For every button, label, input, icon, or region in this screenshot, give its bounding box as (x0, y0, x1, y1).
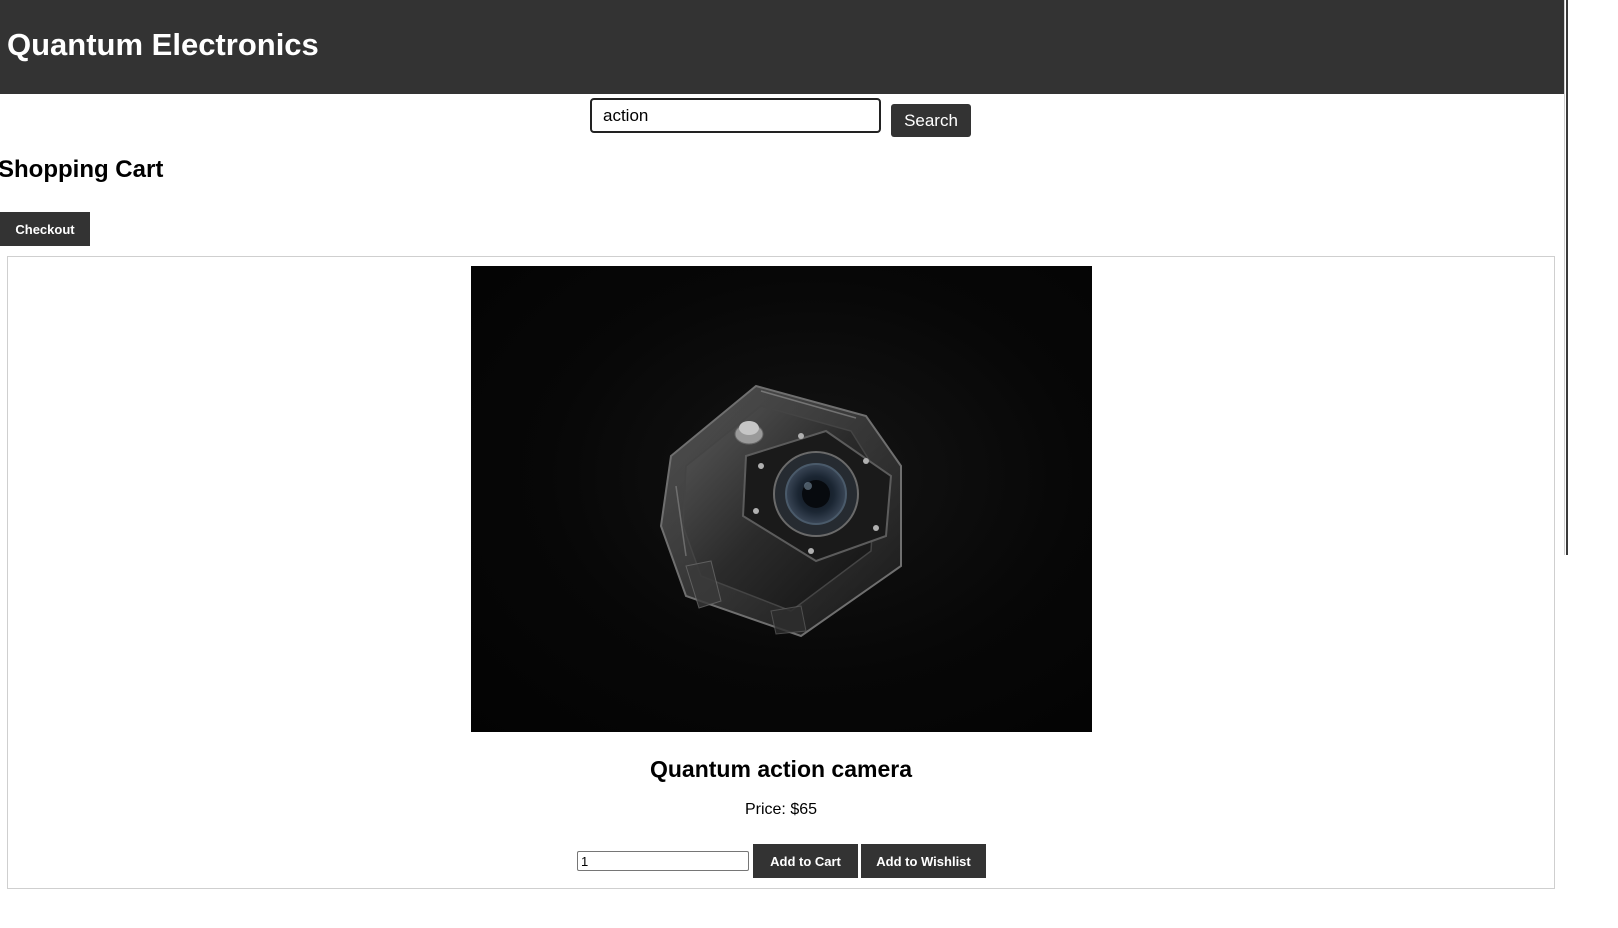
page: Quantum Electronics Search Shopping Cart… (0, 0, 1618, 928)
product-card: Quantum action camera Price: $65 Add to … (7, 256, 1555, 889)
product-image (471, 266, 1092, 732)
search-button[interactable]: Search (891, 104, 971, 137)
action-camera-icon (659, 384, 902, 638)
search-input[interactable] (590, 98, 881, 133)
add-to-wishlist-button[interactable]: Add to Wishlist (861, 844, 986, 878)
site-title: Quantum Electronics (7, 27, 319, 62)
scrollbar-thumb[interactable] (1566, 0, 1568, 555)
quantity-input[interactable] (577, 851, 749, 871)
product-name: Quantum action camera (649, 756, 913, 782)
product-price: Price: $65 (744, 801, 818, 818)
site-header: Quantum Electronics (0, 0, 1564, 94)
add-to-cart-button[interactable]: Add to Cart (753, 844, 858, 878)
shopping-cart-heading: Shopping Cart (0, 156, 164, 183)
checkout-button[interactable]: Checkout (0, 212, 90, 246)
